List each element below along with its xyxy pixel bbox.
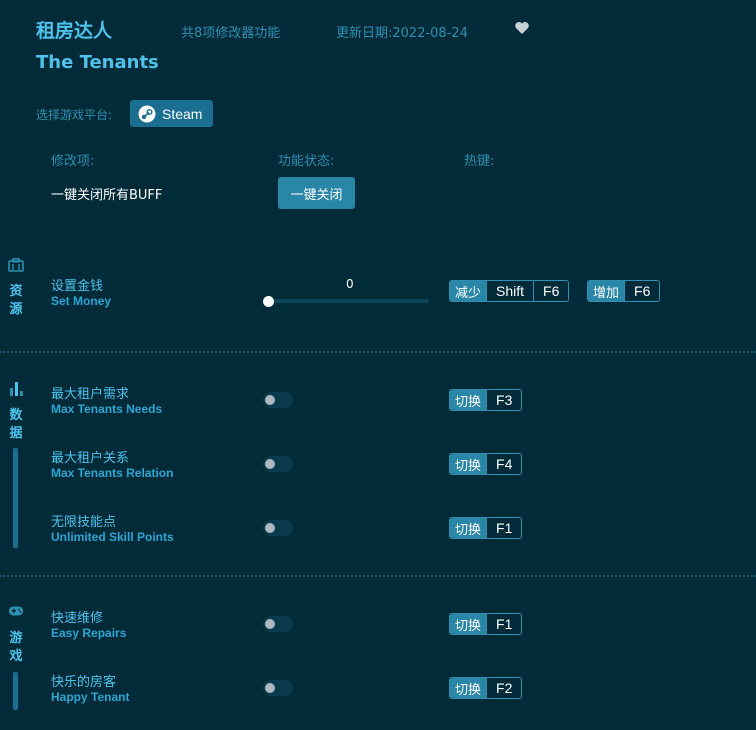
money-slider-track[interactable] bbox=[268, 299, 429, 303]
category-resources: 资源 bbox=[9, 284, 23, 317]
max-needs-label-en: Max Tenants Needs bbox=[51, 402, 163, 416]
skill-points-label-cn: 无限技能点 bbox=[51, 515, 117, 530]
hotkey-label: 增加 bbox=[588, 281, 625, 301]
max-relation-label-en: Max Tenants Relation bbox=[51, 466, 174, 480]
hotkey-happy-tenant[interactable]: 切换 F2 bbox=[449, 677, 523, 699]
hotkey-key: Shift bbox=[486, 281, 533, 301]
easy-repairs-label-en: Easy Repairs bbox=[51, 626, 127, 640]
money-slider-handle[interactable] bbox=[263, 296, 274, 307]
column-header-status: 功能状态: bbox=[278, 154, 335, 169]
hotkey-money-decrease[interactable]: 减少 Shift F6 bbox=[449, 280, 570, 302]
steam-button-label: Steam bbox=[162, 105, 203, 122]
hotkey-label: 减少 bbox=[450, 281, 487, 301]
hotkey-key: F6 bbox=[624, 281, 659, 301]
gamepad-icon bbox=[8, 606, 24, 616]
money-value: 0 bbox=[346, 277, 354, 291]
hotkey-key: F1 bbox=[486, 614, 521, 634]
feature-count: 共8项修改器功能 bbox=[181, 26, 281, 41]
hotkey-key: F1 bbox=[486, 518, 521, 538]
game-title-en: The Tenants bbox=[36, 52, 159, 73]
close-all-buff-label: 一键关闭所有BUFF bbox=[51, 188, 163, 203]
category-game: 游戏 bbox=[9, 631, 23, 664]
hotkey-skill-points[interactable]: 切换 F1 bbox=[449, 517, 523, 539]
hotkey-easy-repairs[interactable]: 切换 F1 bbox=[449, 613, 523, 635]
hotkey-key: F2 bbox=[486, 678, 521, 698]
skill-points-toggle[interactable] bbox=[263, 520, 293, 536]
toggle-knob bbox=[265, 395, 275, 405]
set-money-label-en: Set Money bbox=[51, 294, 112, 308]
data-chart-icon bbox=[10, 382, 23, 396]
update-date: 更新日期:2022-08-24 bbox=[336, 26, 468, 41]
hotkey-max-needs[interactable]: 切换 F3 bbox=[449, 389, 523, 411]
toggle-knob bbox=[265, 523, 275, 533]
resources-icon bbox=[8, 258, 24, 272]
easy-repairs-toggle[interactable] bbox=[263, 616, 293, 632]
steam-platform-button[interactable]: Steam bbox=[130, 100, 213, 127]
toggle-knob bbox=[265, 619, 275, 629]
happy-tenant-toggle[interactable] bbox=[263, 680, 293, 696]
section-divider bbox=[0, 575, 756, 577]
hotkey-label: 切换 bbox=[450, 454, 487, 474]
max-relation-toggle[interactable] bbox=[263, 456, 293, 472]
category-game-bar bbox=[13, 672, 18, 710]
category-data: 数据 bbox=[9, 408, 23, 441]
skill-points-label-en: Unlimited Skill Points bbox=[51, 530, 174, 544]
hotkey-label: 切换 bbox=[450, 678, 487, 698]
column-header-mod: 修改项: bbox=[51, 154, 95, 169]
max-relation-label-cn: 最大租户关系 bbox=[51, 451, 130, 466]
happy-tenant-label-en: Happy Tenant bbox=[51, 690, 130, 704]
hotkey-label: 切换 bbox=[450, 390, 487, 410]
easy-repairs-label-cn: 快速维修 bbox=[51, 611, 104, 626]
max-needs-label-cn: 最大租户需求 bbox=[51, 387, 130, 402]
toggle-knob bbox=[265, 683, 275, 693]
hotkey-key: F3 bbox=[486, 390, 521, 410]
hotkey-max-relation[interactable]: 切换 F4 bbox=[449, 453, 523, 475]
app-title: 租房达人 bbox=[36, 20, 113, 42]
section-divider bbox=[0, 351, 756, 353]
platform-label: 选择游戏平台: bbox=[36, 108, 113, 122]
happy-tenant-label-cn: 快乐的房客 bbox=[51, 675, 117, 690]
column-header-hotkey: 热键: bbox=[464, 154, 495, 169]
toggle-knob bbox=[265, 459, 275, 469]
hotkey-money-increase[interactable]: 增加 F6 bbox=[587, 280, 661, 302]
hotkey-key: F4 bbox=[486, 454, 521, 474]
max-needs-toggle[interactable] bbox=[263, 392, 293, 408]
steam-icon bbox=[138, 105, 156, 122]
heart-icon[interactable] bbox=[514, 20, 530, 36]
hotkey-label: 切换 bbox=[450, 614, 487, 634]
set-money-label-cn: 设置金钱 bbox=[51, 279, 104, 294]
hotkey-label: 切换 bbox=[450, 518, 487, 538]
close-all-button[interactable]: 一键关闭 bbox=[278, 177, 355, 209]
hotkey-key: F6 bbox=[533, 281, 568, 301]
category-data-bar bbox=[13, 448, 18, 548]
